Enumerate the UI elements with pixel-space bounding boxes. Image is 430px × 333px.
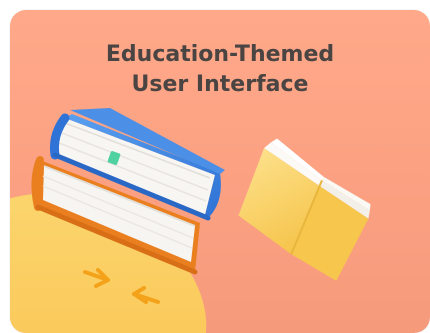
- open-book-illustration: [238, 138, 371, 281]
- card-illustration: [10, 108, 371, 333]
- education-card[interactable]: Education-Themed User Interface: [10, 10, 430, 333]
